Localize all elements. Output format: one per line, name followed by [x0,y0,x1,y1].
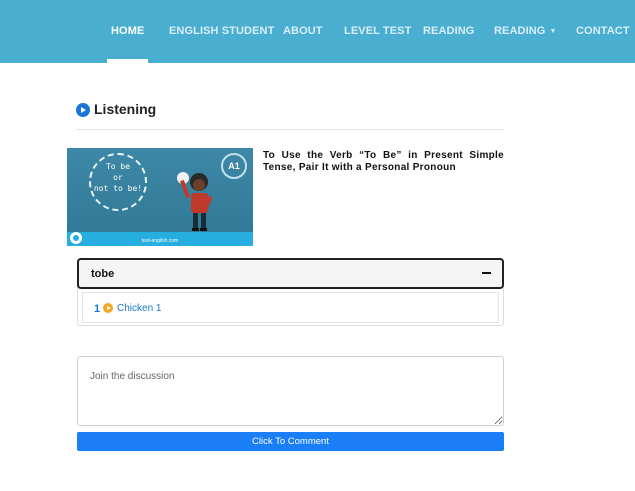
lesson-thumbnail[interactable]: To be or not to be! A1 test-english.com [67,148,253,246]
character-illustration [177,172,213,231]
nav-contact[interactable]: CONTACT [576,0,630,63]
nav-level-test-label: LEVEL TEST [344,25,412,37]
item-number: 1 [94,303,101,315]
nav-home[interactable]: HOME [107,0,149,63]
nav-reading-dropdown-label: READING [494,25,546,37]
thumbnail-text-line-2: or [113,173,123,182]
list-item[interactable]: 1 Chicken 1 [82,292,499,323]
caret-down-icon: ▼ [549,28,557,35]
play-circle-icon [76,103,90,117]
section-heading: Listening [76,101,504,130]
nav-about[interactable]: ABOUT [283,0,323,63]
nav-level-test[interactable]: LEVEL TEST [344,0,411,63]
nav-home-label: HOME [111,25,145,37]
lesson-title[interactable]: To Use the Verb “To Be” in Present Simpl… [263,150,504,174]
thumbnail-text-line-1: To be [105,162,131,171]
thumbnail-circle-text: To be or not to be! [89,161,147,194]
nav-active-indicator [107,59,149,63]
thumbnail-text-line-3: not to be! [93,184,143,193]
nav-reading-dropdown[interactable]: READING ▼ [494,0,556,63]
thumbnail-url: test-english.com [141,238,179,244]
nav-contact-label: CONTACT [576,25,630,37]
section-title: Listening [94,101,157,117]
nav-reading-label: READING [423,25,475,37]
nav-english-student[interactable]: ENGLISH STUDENT [169,0,274,63]
minus-icon[interactable] [482,272,491,274]
comment-textarea[interactable] [77,356,504,426]
play-circle-icon [103,303,113,313]
level-badge: A1 [221,153,247,179]
accordion-title: tobe [91,268,115,280]
top-navbar: HOME ENGLISH STUDENT ABOUT LEVEL TEST RE… [0,0,635,63]
item-link[interactable]: Chicken 1 [117,303,161,314]
nav-reading[interactable]: READING [423,0,474,63]
nav-about-label: ABOUT [283,25,323,37]
nav-english-student-label: ENGLISH STUDENT [169,25,275,37]
click-to-comment-button[interactable]: Click To Comment [77,432,504,451]
accordion-header[interactable]: tobe [77,258,504,289]
